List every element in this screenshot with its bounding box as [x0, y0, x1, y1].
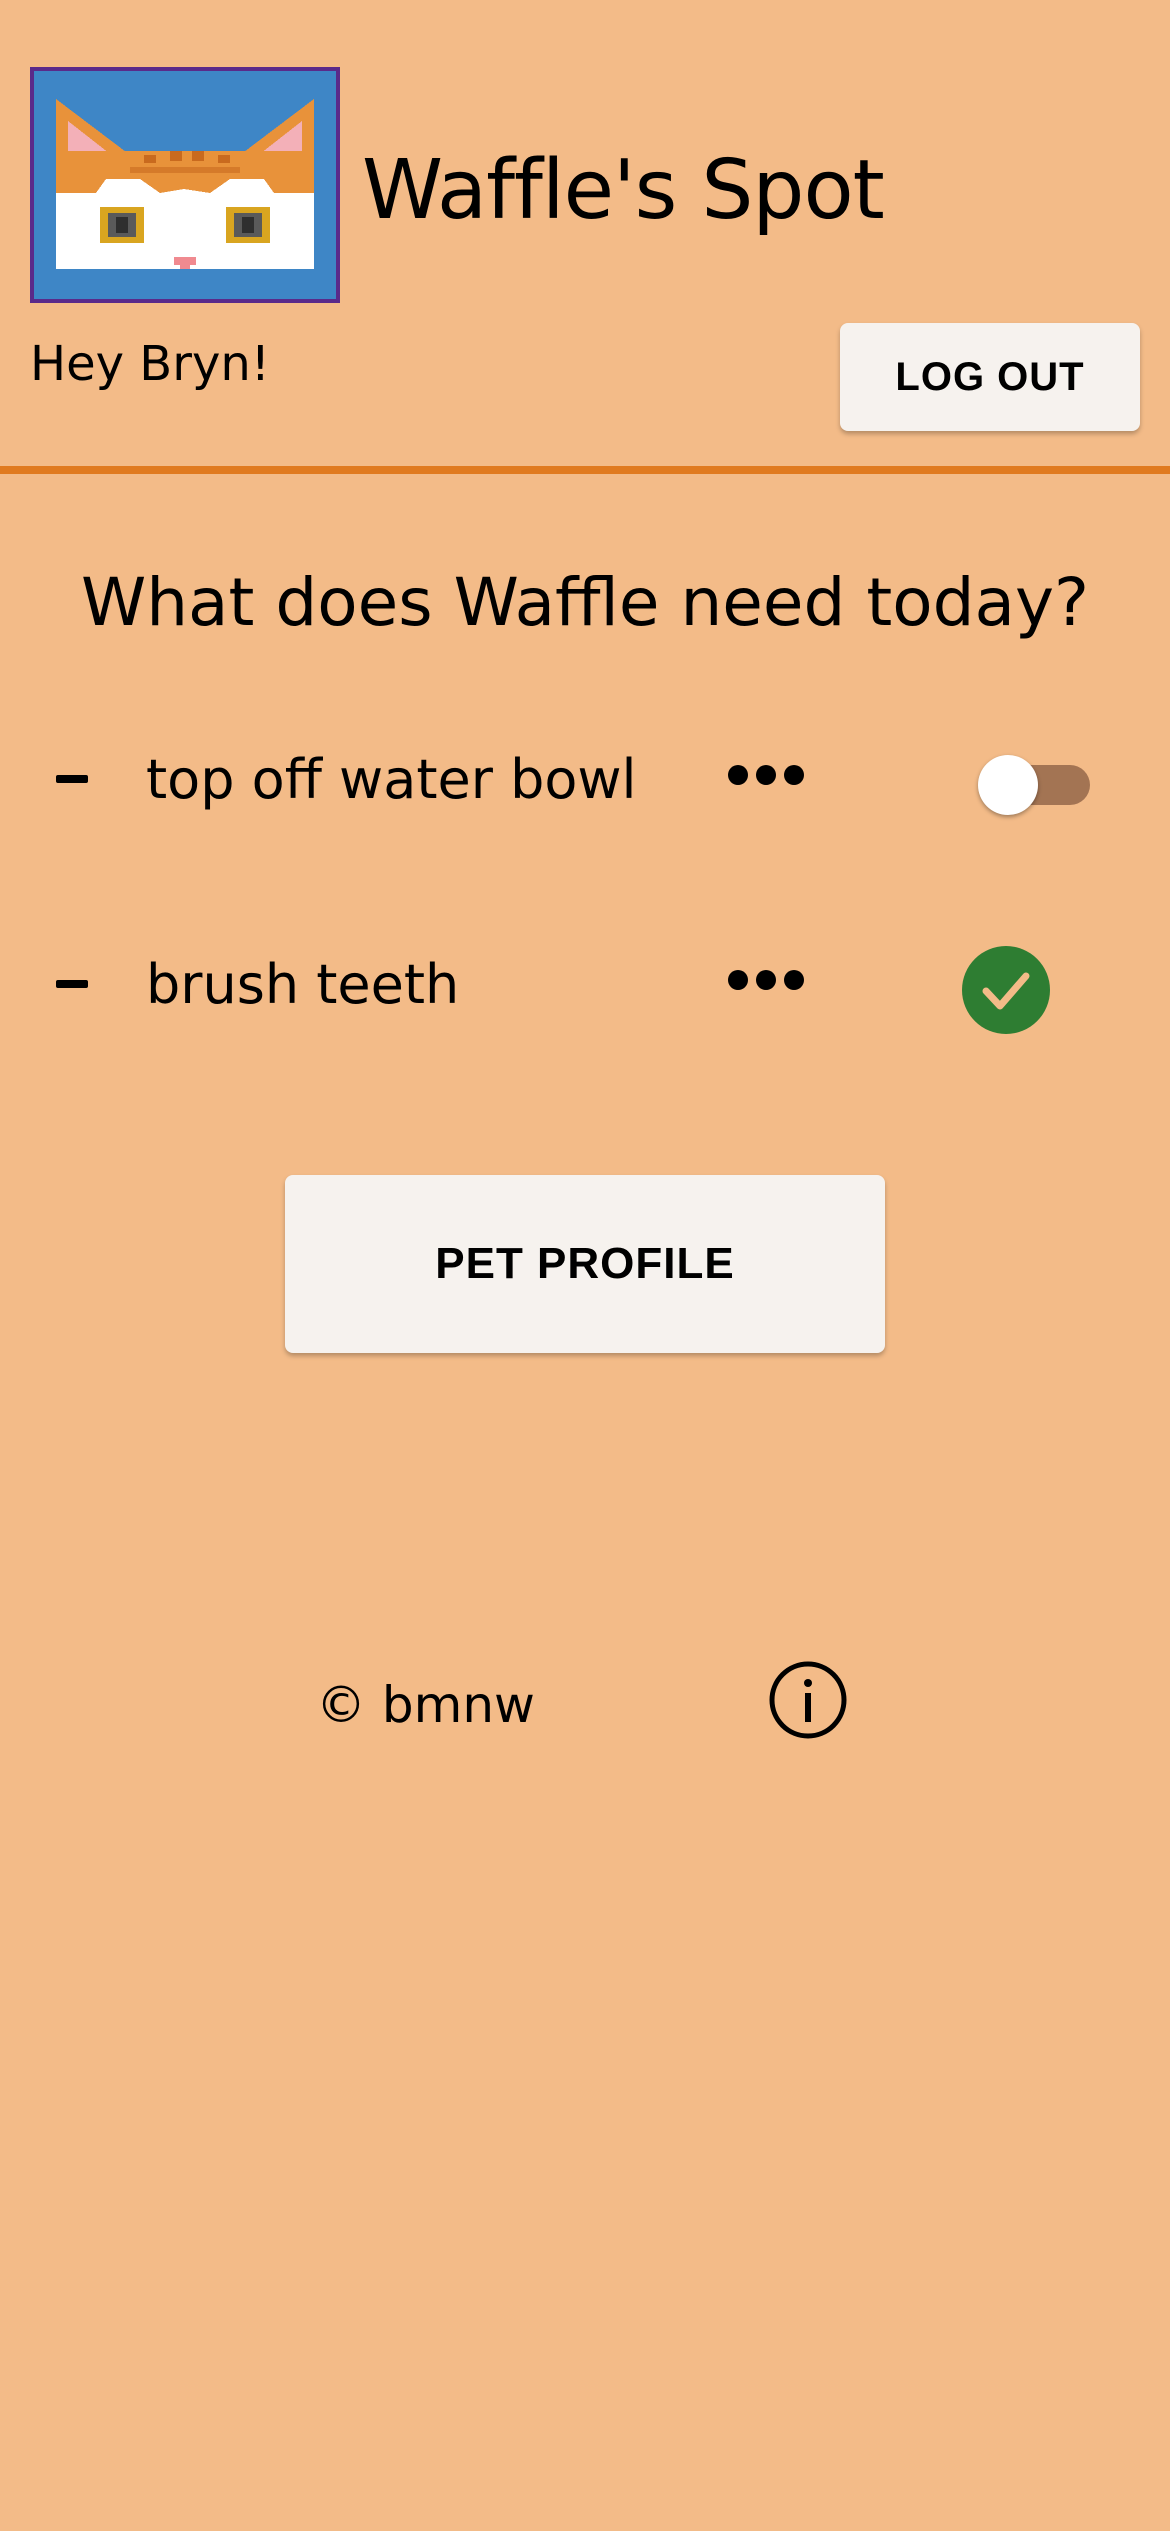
app-title: Waffle's Spot [362, 143, 885, 238]
logout-button[interactable]: LOG OUT [840, 323, 1140, 431]
info-icon[interactable] [768, 1660, 848, 1740]
dot [728, 765, 748, 785]
page-title: What does Waffle need today? [80, 564, 1090, 641]
pixel-cat-logo-icon [30, 67, 340, 303]
app-header: Waffle's Spot Hey Bryn! LOG OUT [0, 0, 1170, 474]
remove-task-button[interactable] [56, 775, 88, 783]
user-greeting: Hey Bryn! [30, 336, 271, 392]
toggle-knob [978, 755, 1038, 815]
more-options-icon[interactable] [728, 966, 804, 994]
task-row: brush teeth [0, 940, 1170, 1040]
dot [784, 970, 804, 990]
pet-profile-button[interactable]: PET PROFILE [285, 1175, 885, 1353]
copyright-text: © bmnw [316, 1676, 535, 1734]
task-row: top off water bowl [0, 735, 1170, 835]
task-complete-toggle[interactable] [978, 755, 1094, 815]
dot [784, 765, 804, 785]
dot [728, 970, 748, 990]
dot [756, 765, 776, 785]
more-options-icon[interactable] [728, 761, 804, 789]
remove-task-button[interactable] [56, 980, 88, 988]
task-label: brush teeth [146, 953, 460, 1016]
dot [756, 970, 776, 990]
check-icon[interactable] [962, 946, 1050, 1034]
task-label: top off water bowl [146, 748, 637, 811]
